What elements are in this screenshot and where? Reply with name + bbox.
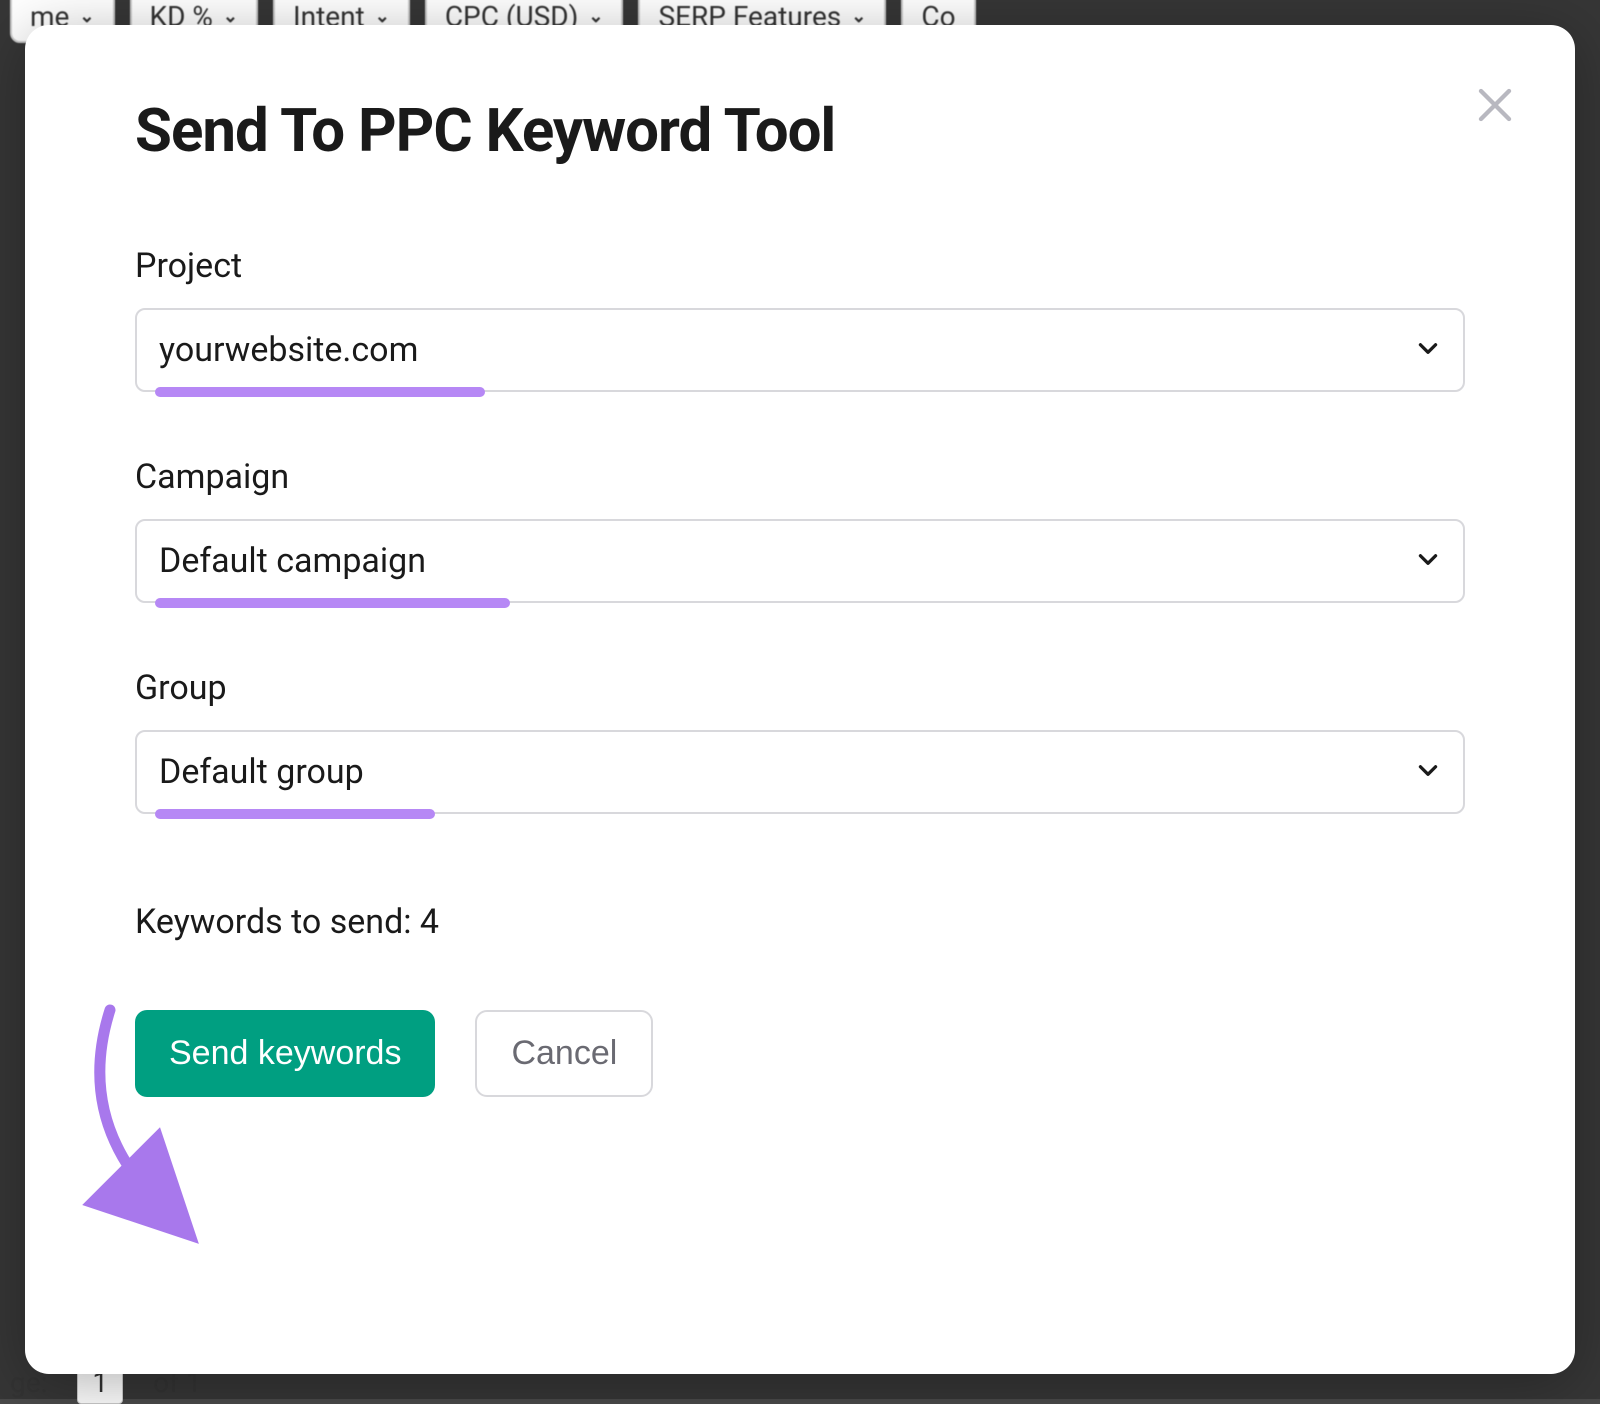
project-select-value: yourwebsite.com — [159, 330, 418, 370]
group-select[interactable]: Default group — [135, 730, 1465, 814]
group-select-value: Default group — [159, 752, 364, 792]
close-button[interactable] — [1470, 80, 1520, 130]
group-label: Group — [135, 668, 1465, 708]
highlight-annotation — [155, 387, 485, 397]
highlight-annotation — [155, 809, 435, 819]
send-keywords-button[interactable]: Send keywords — [135, 1010, 435, 1097]
close-icon — [1474, 84, 1516, 126]
project-field-group: Project yourwebsite.com — [135, 246, 1465, 392]
campaign-select[interactable]: Default campaign — [135, 519, 1465, 603]
modal-title: Send To PPC Keyword Tool — [135, 95, 1465, 166]
group-field-group: Group Default group — [135, 668, 1465, 814]
button-row: Send keywords Cancel — [135, 1010, 1465, 1097]
campaign-label: Campaign — [135, 457, 1465, 497]
send-to-ppc-modal: Send To PPC Keyword Tool Project yourweb… — [25, 25, 1575, 1374]
campaign-select-value: Default campaign — [159, 541, 426, 581]
project-select[interactable]: yourwebsite.com — [135, 308, 1465, 392]
highlight-annotation — [155, 598, 510, 608]
cancel-button[interactable]: Cancel — [475, 1010, 653, 1097]
project-label: Project — [135, 246, 1465, 286]
campaign-field-group: Campaign Default campaign — [135, 457, 1465, 603]
keywords-count: Keywords to send: 4 — [135, 902, 1465, 942]
